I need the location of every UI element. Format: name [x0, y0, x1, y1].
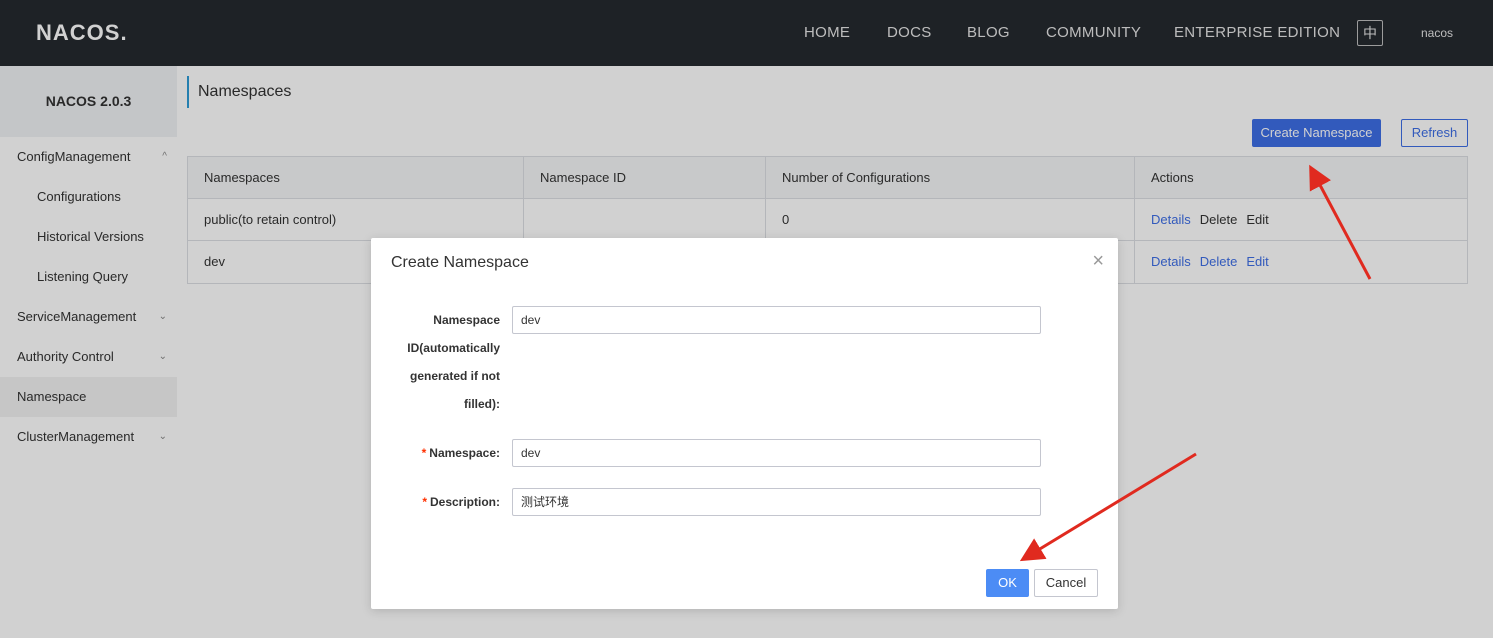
arrow-to-ok-button	[1019, 452, 1197, 562]
annotation-arrows	[1019, 164, 1372, 562]
arrow-to-create-button	[1309, 164, 1372, 280]
